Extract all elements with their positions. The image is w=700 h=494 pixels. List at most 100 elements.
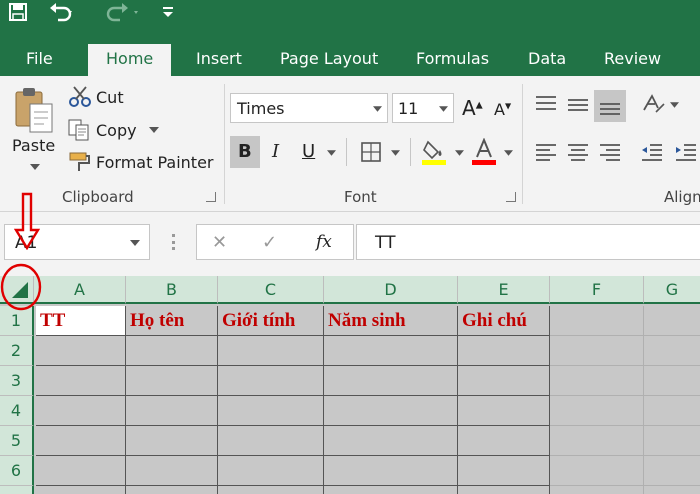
vline-d bbox=[323, 306, 324, 494]
italic-button[interactable]: I bbox=[272, 141, 279, 162]
copy-dropdown-icon[interactable] bbox=[149, 127, 159, 133]
cell-e1[interactable]: Ghi chú bbox=[458, 306, 550, 336]
cell-b1[interactable]: Họ tên bbox=[126, 306, 218, 336]
vline-c bbox=[217, 306, 218, 494]
hline-6 bbox=[36, 485, 550, 486]
alignment-group-label: Align bbox=[664, 188, 700, 206]
undo-icon[interactable] bbox=[48, 2, 74, 22]
borders-icon[interactable] bbox=[360, 141, 382, 163]
fill-color-dropdown-icon[interactable] bbox=[455, 150, 464, 156]
top-align-icon[interactable] bbox=[534, 94, 558, 114]
cut-button[interactable]: Cut bbox=[96, 88, 124, 107]
borders-dropdown-icon[interactable] bbox=[391, 150, 400, 156]
hline-3 bbox=[36, 395, 550, 396]
tab-home[interactable]: Home bbox=[88, 44, 172, 76]
align-right-icon[interactable] bbox=[598, 142, 622, 162]
column-header-c[interactable]: C bbox=[218, 276, 324, 304]
font-size-value: 11 bbox=[398, 99, 419, 118]
hline-gray-6 bbox=[550, 455, 700, 456]
vline-b bbox=[125, 306, 126, 494]
tab-formulas[interactable]: Formulas bbox=[416, 44, 489, 76]
cell-d1[interactable]: Năm sinh bbox=[324, 306, 458, 336]
tab-file[interactable]: File bbox=[26, 44, 53, 76]
underline-dropdown-icon[interactable] bbox=[327, 150, 336, 156]
column-header-a[interactable]: A bbox=[34, 276, 126, 304]
bordered-range[interactable] bbox=[36, 336, 550, 494]
group-divider bbox=[224, 84, 225, 204]
hline-2 bbox=[36, 365, 550, 366]
column-header-f[interactable]: F bbox=[550, 276, 644, 304]
column-header-e[interactable]: E bbox=[458, 276, 550, 304]
increase-font-size-icon[interactable]: A▲ bbox=[462, 96, 483, 120]
group-divider bbox=[522, 84, 523, 204]
tab-review[interactable]: Review bbox=[604, 44, 661, 76]
cell-a1[interactable]: TT bbox=[36, 306, 126, 336]
increase-indent-icon[interactable] bbox=[674, 142, 698, 162]
decrease-font-size-icon[interactable]: A▼ bbox=[494, 100, 511, 119]
insert-function-icon[interactable]: fx bbox=[316, 232, 332, 252]
font-color-swatch bbox=[472, 160, 496, 165]
row-header-6[interactable]: 6 bbox=[0, 456, 34, 486]
cell-c1[interactable]: Giới tính bbox=[218, 306, 324, 336]
annotation-arrow-icon bbox=[14, 192, 40, 250]
column-header-d[interactable]: D bbox=[324, 276, 458, 304]
enter-icon[interactable]: ✓ bbox=[262, 232, 277, 253]
font-group-label: Font bbox=[344, 188, 377, 206]
font-name-select[interactable]: Times bbox=[230, 93, 388, 123]
copy-button[interactable]: Copy bbox=[96, 121, 137, 140]
tab-data[interactable]: Data bbox=[528, 44, 566, 76]
paste-icon[interactable] bbox=[12, 86, 56, 134]
format-painter-button[interactable]: Format Painter bbox=[96, 153, 213, 172]
middle-align-icon[interactable] bbox=[566, 94, 590, 114]
row-header-3[interactable]: 3 bbox=[0, 366, 34, 396]
formula-bar-grip bbox=[172, 234, 175, 250]
fill-color-swatch bbox=[422, 160, 446, 165]
copy-icon[interactable] bbox=[68, 119, 90, 141]
formula-input-value: TT bbox=[375, 233, 396, 253]
paste-dropdown-icon[interactable] bbox=[30, 164, 40, 170]
divider bbox=[410, 138, 411, 166]
column-header-b[interactable]: B bbox=[126, 276, 218, 304]
cut-icon[interactable] bbox=[68, 86, 92, 108]
chevron-down-icon bbox=[439, 106, 448, 112]
vline-e bbox=[457, 306, 458, 494]
font-launcher-icon[interactable] bbox=[506, 192, 516, 202]
customize-icon[interactable] bbox=[162, 4, 174, 18]
annotation-circle-icon bbox=[0, 263, 42, 311]
font-color-dropdown-icon[interactable] bbox=[504, 150, 513, 156]
formula-input[interactable]: TT bbox=[356, 224, 700, 260]
bold-label: B bbox=[238, 141, 252, 162]
cancel-icon[interactable]: ✕ bbox=[212, 232, 227, 253]
tab-insert[interactable]: Insert bbox=[196, 44, 242, 76]
hline-gray-4 bbox=[550, 395, 700, 396]
font-name-value: Times bbox=[237, 99, 285, 118]
row-header-4[interactable]: 4 bbox=[0, 396, 34, 426]
orientation-icon[interactable] bbox=[640, 92, 666, 116]
orientation-dropdown-icon[interactable] bbox=[670, 102, 679, 108]
row-header-5[interactable]: 5 bbox=[0, 426, 34, 456]
save-icon[interactable] bbox=[8, 2, 28, 22]
clipboard-launcher-icon[interactable] bbox=[206, 192, 216, 202]
decrease-indent-icon[interactable] bbox=[640, 142, 664, 162]
font-size-select[interactable]: 11 bbox=[392, 93, 454, 123]
chevron-down-icon bbox=[130, 240, 140, 246]
chevron-down-icon bbox=[373, 106, 382, 112]
tab-page-layout[interactable]: Page Layout bbox=[280, 44, 378, 76]
divider bbox=[346, 138, 347, 166]
paste-button[interactable]: Paste bbox=[12, 136, 55, 155]
redo-icon[interactable] bbox=[104, 2, 144, 22]
align-left-icon[interactable] bbox=[534, 142, 558, 162]
row-header-7[interactable] bbox=[0, 486, 34, 494]
font-color-icon[interactable] bbox=[472, 138, 498, 166]
fill-color-icon[interactable] bbox=[422, 138, 448, 166]
hline-gray-5 bbox=[550, 425, 700, 426]
hline-gray-2 bbox=[550, 335, 700, 336]
format-painter-icon[interactable] bbox=[68, 151, 92, 173]
clipboard-group-label: Clipboard bbox=[62, 188, 134, 206]
align-center-icon[interactable] bbox=[566, 142, 590, 162]
hline-gray-3 bbox=[550, 365, 700, 366]
row-header-2[interactable]: 2 bbox=[0, 336, 34, 366]
hline-4 bbox=[36, 425, 550, 426]
underline-button[interactable]: U bbox=[302, 141, 315, 162]
column-header-g[interactable]: G bbox=[644, 276, 700, 304]
